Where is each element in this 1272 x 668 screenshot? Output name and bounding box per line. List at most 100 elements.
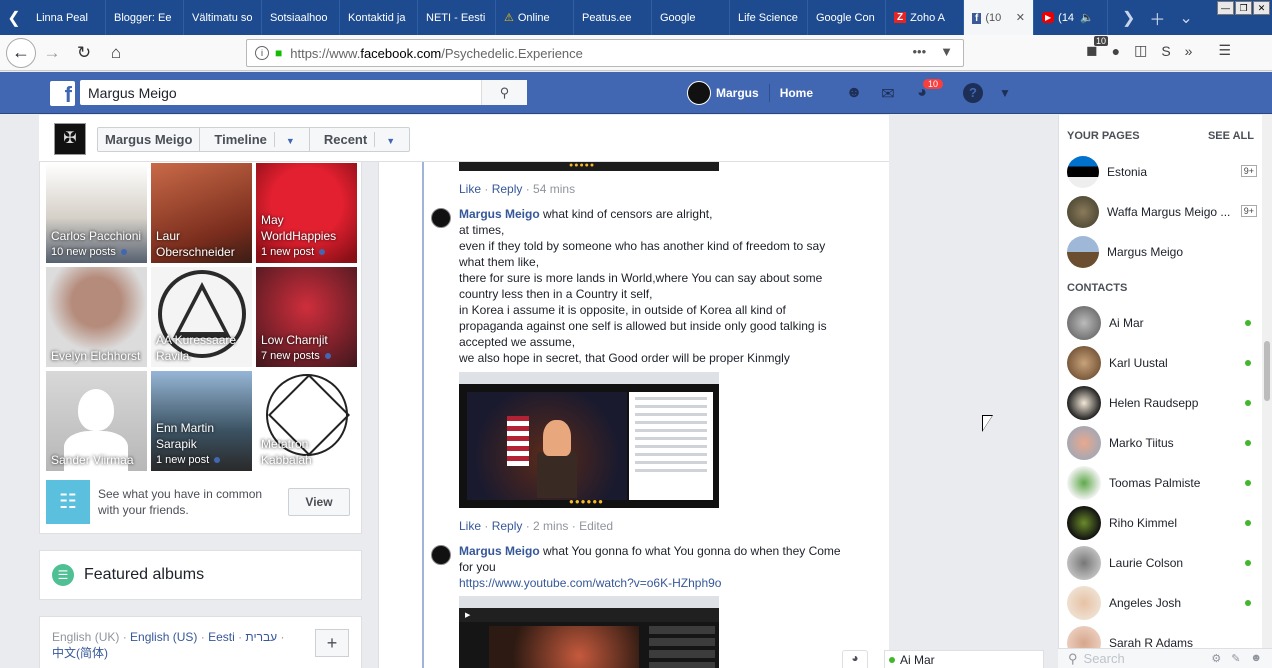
comment-time[interactable]: 54 mins bbox=[533, 182, 575, 196]
contact-item[interactable]: Marko Tiitus bbox=[1067, 426, 1257, 460]
friend-tile[interactable]: AA Kuressaare Ravila bbox=[151, 267, 252, 367]
see-all-link[interactable]: SEE ALL bbox=[1208, 130, 1254, 142]
fb-search-input[interactable] bbox=[80, 84, 480, 101]
edited-label[interactable]: Edited bbox=[579, 519, 613, 533]
youtube-link[interactable]: https://www.youtube.com/watch?v=o6K-HZhp… bbox=[459, 576, 721, 590]
browser-tab[interactable]: Peatus.ee bbox=[574, 0, 652, 35]
like-link[interactable]: Like bbox=[459, 519, 481, 533]
lang-english-us[interactable]: English (US) bbox=[130, 630, 197, 644]
comment-avatar[interactable] bbox=[431, 545, 451, 565]
browser-tab[interactable]: Z Zoho A bbox=[886, 0, 964, 35]
hamburger-menu-icon[interactable]: ☰ bbox=[1218, 42, 1231, 59]
page-item[interactable]: Estonia 9+ bbox=[1067, 156, 1257, 188]
chat-tab[interactable]: Ai Mar bbox=[884, 650, 1044, 668]
overflow-icon[interactable]: » bbox=[1185, 43, 1193, 59]
browser-tab[interactable]: Kontaktid ja bbox=[340, 0, 418, 35]
browser-tab[interactable]: ⚠ Online bbox=[496, 0, 574, 35]
browser-tab[interactable]: ▶ (14 🔈 bbox=[1034, 0, 1108, 35]
comment-author[interactable]: Margus Meigo bbox=[459, 544, 540, 558]
friend-tile[interactable]: Evelyn Elchhorst bbox=[46, 267, 147, 367]
friend-requests-icon[interactable]: ☻ bbox=[843, 84, 865, 104]
friend-tile[interactable]: Carlos Pacchioni 10 new posts bbox=[46, 163, 147, 263]
help-icon[interactable]: ? bbox=[963, 83, 983, 103]
youtube-preview-image[interactable]: ▶ bbox=[459, 596, 719, 668]
chat-search-bar[interactable]: ⚲ Search ⚙ ✎ ☻ bbox=[1058, 648, 1272, 668]
globe-icon[interactable]: ◕ bbox=[842, 650, 868, 668]
friend-tile[interactable]: May WorldHappies 1 new post bbox=[256, 163, 357, 263]
profile-thumbnail[interactable]: ✠ bbox=[54, 123, 86, 155]
pocket-icon[interactable]: ▼ bbox=[940, 44, 953, 59]
featured-albums[interactable]: ☰ Featured albums bbox=[39, 550, 362, 600]
browser-tab[interactable]: Google bbox=[652, 0, 730, 35]
contact-item[interactable]: Laurie Colson bbox=[1067, 546, 1257, 580]
contact-item[interactable]: Toomas Palmiste bbox=[1067, 466, 1257, 500]
lang-eesti[interactable]: Eesti bbox=[208, 630, 235, 644]
contact-item[interactable]: Helen Raudsepp bbox=[1067, 386, 1257, 420]
scrollbar-thumb[interactable] bbox=[1264, 341, 1270, 401]
tabs-scroll-right-icon[interactable]: ❯ bbox=[1122, 8, 1135, 28]
home-link[interactable]: Home bbox=[780, 86, 813, 100]
close-window-icon[interactable]: ✕ bbox=[1253, 1, 1270, 15]
reload-icon[interactable]: ↻ bbox=[68, 43, 100, 63]
home-icon[interactable]: ⌂ bbox=[100, 43, 132, 63]
tabs-scroll-left-icon[interactable]: ❮ bbox=[0, 0, 28, 35]
friend-tile[interactable]: Enn Martin Sarapik 1 new post bbox=[151, 371, 252, 471]
contact-item[interactable]: Ai Mar bbox=[1067, 306, 1257, 340]
skype-icon[interactable]: S bbox=[1161, 43, 1170, 59]
maximize-icon[interactable]: ❐ bbox=[1235, 1, 1252, 15]
contact-item[interactable]: Karl Uustal bbox=[1067, 346, 1257, 380]
account-menu-chevron-down-icon[interactable]: ▼ bbox=[999, 86, 1011, 100]
comment-author[interactable]: Margus Meigo bbox=[459, 207, 540, 221]
ublock-icon[interactable]: ◼ 10 bbox=[1086, 36, 1109, 59]
search-icon[interactable]: ⚲ bbox=[481, 80, 527, 105]
like-link[interactable]: Like bbox=[459, 182, 481, 196]
facebook-logo-icon[interactable]: f bbox=[50, 81, 75, 107]
friend-tile[interactable]: Low Charnjit 7 new posts bbox=[256, 267, 357, 367]
browser-tab[interactable]: Google Con bbox=[808, 0, 886, 35]
friend-tile[interactable]: Metatron Kabbalah bbox=[256, 371, 357, 471]
browser-tab[interactable]: Sotsiaalhoo bbox=[262, 0, 340, 35]
minimize-icon[interactable]: — bbox=[1217, 1, 1234, 15]
browser-tab[interactable]: Life Science bbox=[730, 0, 808, 35]
info-icon[interactable]: i bbox=[255, 46, 269, 60]
speaker-icon[interactable]: 🔈 bbox=[1080, 11, 1094, 24]
friend-tile[interactable]: Laur Oberschneider bbox=[151, 163, 252, 263]
reply-link[interactable]: Reply bbox=[492, 182, 523, 196]
friend-tile[interactable]: Sander Viirmaa bbox=[46, 371, 147, 471]
browser-tab[interactable]: Blogger: Ee bbox=[106, 0, 184, 35]
reply-link[interactable]: Reply bbox=[492, 519, 523, 533]
gear-icon[interactable]: ⚙ bbox=[1211, 652, 1221, 665]
sidebar-icon[interactable]: ◫ bbox=[1134, 42, 1147, 59]
profile-link[interactable]: Margus bbox=[716, 86, 759, 100]
crumb-profile[interactable]: Margus Meigo bbox=[98, 128, 201, 151]
lang-hebrew[interactable]: עברית bbox=[245, 630, 277, 644]
browser-tab[interactable]: Vältimatu so bbox=[184, 0, 262, 35]
page-item[interactable]: Margus Meigo bbox=[1067, 236, 1257, 268]
browser-tab[interactable]: NETI - Eesti bbox=[418, 0, 496, 35]
comment-time[interactable]: 2 mins bbox=[533, 519, 568, 533]
lang-chinese[interactable]: 中文(简体) bbox=[52, 646, 108, 660]
contact-item[interactable]: Angeles Josh bbox=[1067, 586, 1257, 620]
compose-icon[interactable]: ✎ bbox=[1231, 652, 1240, 665]
add-language-button[interactable]: + bbox=[315, 629, 349, 657]
page-item[interactable]: Waffa Margus Meigo ... 9+ bbox=[1067, 196, 1257, 228]
close-tab-icon[interactable]: ✕ bbox=[1016, 11, 1025, 24]
forward-arrow-icon[interactable]: → bbox=[36, 43, 68, 63]
page-actions-icon[interactable]: ••• bbox=[912, 44, 926, 59]
back-arrow-icon[interactable]: ← bbox=[6, 37, 36, 68]
view-button[interactable]: View bbox=[288, 488, 350, 516]
url-bar[interactable]: i ■ https://www. facebook.com/Psychedelic… bbox=[246, 39, 964, 67]
attached-image[interactable]: ●●●●● bbox=[459, 162, 719, 171]
user-avatar[interactable] bbox=[687, 81, 711, 105]
page-scrollbar[interactable] bbox=[1262, 115, 1272, 668]
attached-screenshot-image[interactable]: ●●●●●● bbox=[459, 372, 719, 508]
browser-tab-active[interactable]: f (10 ✕ bbox=[964, 0, 1034, 35]
new-tab-icon[interactable]: ＋ bbox=[1149, 6, 1165, 30]
crumb-timeline[interactable]: Timeline ▼ bbox=[200, 128, 310, 151]
browser-tab[interactable]: Linna Peal bbox=[28, 0, 106, 35]
crumb-recent[interactable]: Recent ▼ bbox=[310, 128, 409, 151]
contact-item[interactable]: Riho Kimmel bbox=[1067, 506, 1257, 540]
extension-w-icon[interactable]: ● bbox=[1112, 43, 1120, 59]
comment-avatar[interactable] bbox=[431, 208, 451, 228]
messenger-icon[interactable]: ✉ bbox=[877, 84, 899, 104]
